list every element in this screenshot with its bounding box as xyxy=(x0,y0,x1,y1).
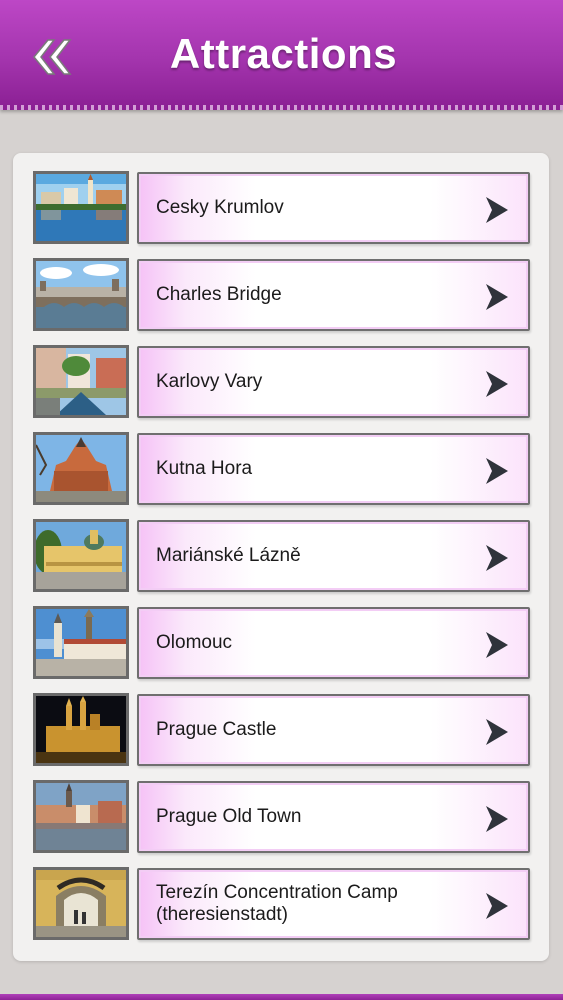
attraction-label: Prague Castle xyxy=(156,719,277,740)
attraction-card[interactable]: Prague Castle xyxy=(137,694,530,766)
kutna-hora-thumbnail xyxy=(33,432,129,505)
attraction-card[interactable]: Prague Old Town xyxy=(137,781,530,853)
attraction-label: Prague Old Town xyxy=(156,806,302,827)
app-header: Attractions xyxy=(0,0,563,110)
marianske-lazne-thumbnail xyxy=(33,519,129,592)
chevron-right-icon xyxy=(486,284,508,310)
chevron-right-icon xyxy=(486,197,508,223)
attraction-label: Mariánské Lázně xyxy=(156,545,301,566)
chevron-right-icon xyxy=(486,632,508,658)
attraction-label: Charles Bridge xyxy=(156,284,282,305)
prague-old-town-thumbnail xyxy=(33,780,129,853)
charles-bridge-thumbnail xyxy=(33,258,129,331)
attraction-card[interactable]: Karlovy Vary xyxy=(137,346,530,418)
list-item[interactable]: Karlovy Vary xyxy=(33,345,533,421)
list-item[interactable]: Cesky Krumlov xyxy=(33,171,533,247)
page-title: Attractions xyxy=(169,30,398,77)
chevron-right-icon xyxy=(486,806,508,832)
list-item[interactable]: Olomouc xyxy=(33,606,533,682)
attraction-label: Kutna Hora xyxy=(156,458,253,479)
list-item[interactable]: Charles Bridge xyxy=(33,258,533,334)
list-item[interactable]: Mariánské Lázně xyxy=(33,519,533,595)
attraction-card[interactable]: Olomouc xyxy=(137,607,530,679)
attraction-label: Olomouc xyxy=(156,632,233,653)
attraction-card[interactable]: Terezín Concentration Camp (theresiensta… xyxy=(137,868,530,940)
attraction-card[interactable]: Kutna Hora xyxy=(137,433,530,505)
footer-strip xyxy=(0,994,563,1000)
chevron-right-icon xyxy=(486,371,508,397)
chevron-right-icon xyxy=(486,458,508,484)
chevron-right-icon xyxy=(486,719,508,745)
chevron-right-icon xyxy=(486,893,508,919)
attraction-card[interactable]: Mariánské Lázně xyxy=(137,520,530,592)
list-item[interactable]: Terezín Concentration Camp (theresiensta… xyxy=(33,867,533,943)
list-item[interactable]: Prague Old Town xyxy=(33,780,533,856)
terezin-thumbnail xyxy=(33,867,129,940)
attraction-label: Cesky Krumlov xyxy=(156,197,284,218)
karlovy-vary-thumbnail xyxy=(33,345,129,418)
prague-castle-thumbnail xyxy=(33,693,129,766)
attraction-card[interactable]: Charles Bridge xyxy=(137,259,530,331)
list-item[interactable]: Kutna Hora xyxy=(33,432,533,508)
attraction-label: Terezín Concentration Camp (theresiensta… xyxy=(156,882,398,925)
olomouc-thumbnail xyxy=(33,606,129,679)
attractions-list: Cesky Krumlov Charles Bridge Karlovy Var… xyxy=(13,153,549,961)
list-item[interactable]: Prague Castle xyxy=(33,693,533,769)
attraction-card[interactable]: Cesky Krumlov xyxy=(137,172,530,244)
attraction-label: Karlovy Vary xyxy=(156,371,263,392)
cesky-krumlov-thumbnail xyxy=(33,171,129,244)
chevron-right-icon xyxy=(486,545,508,571)
